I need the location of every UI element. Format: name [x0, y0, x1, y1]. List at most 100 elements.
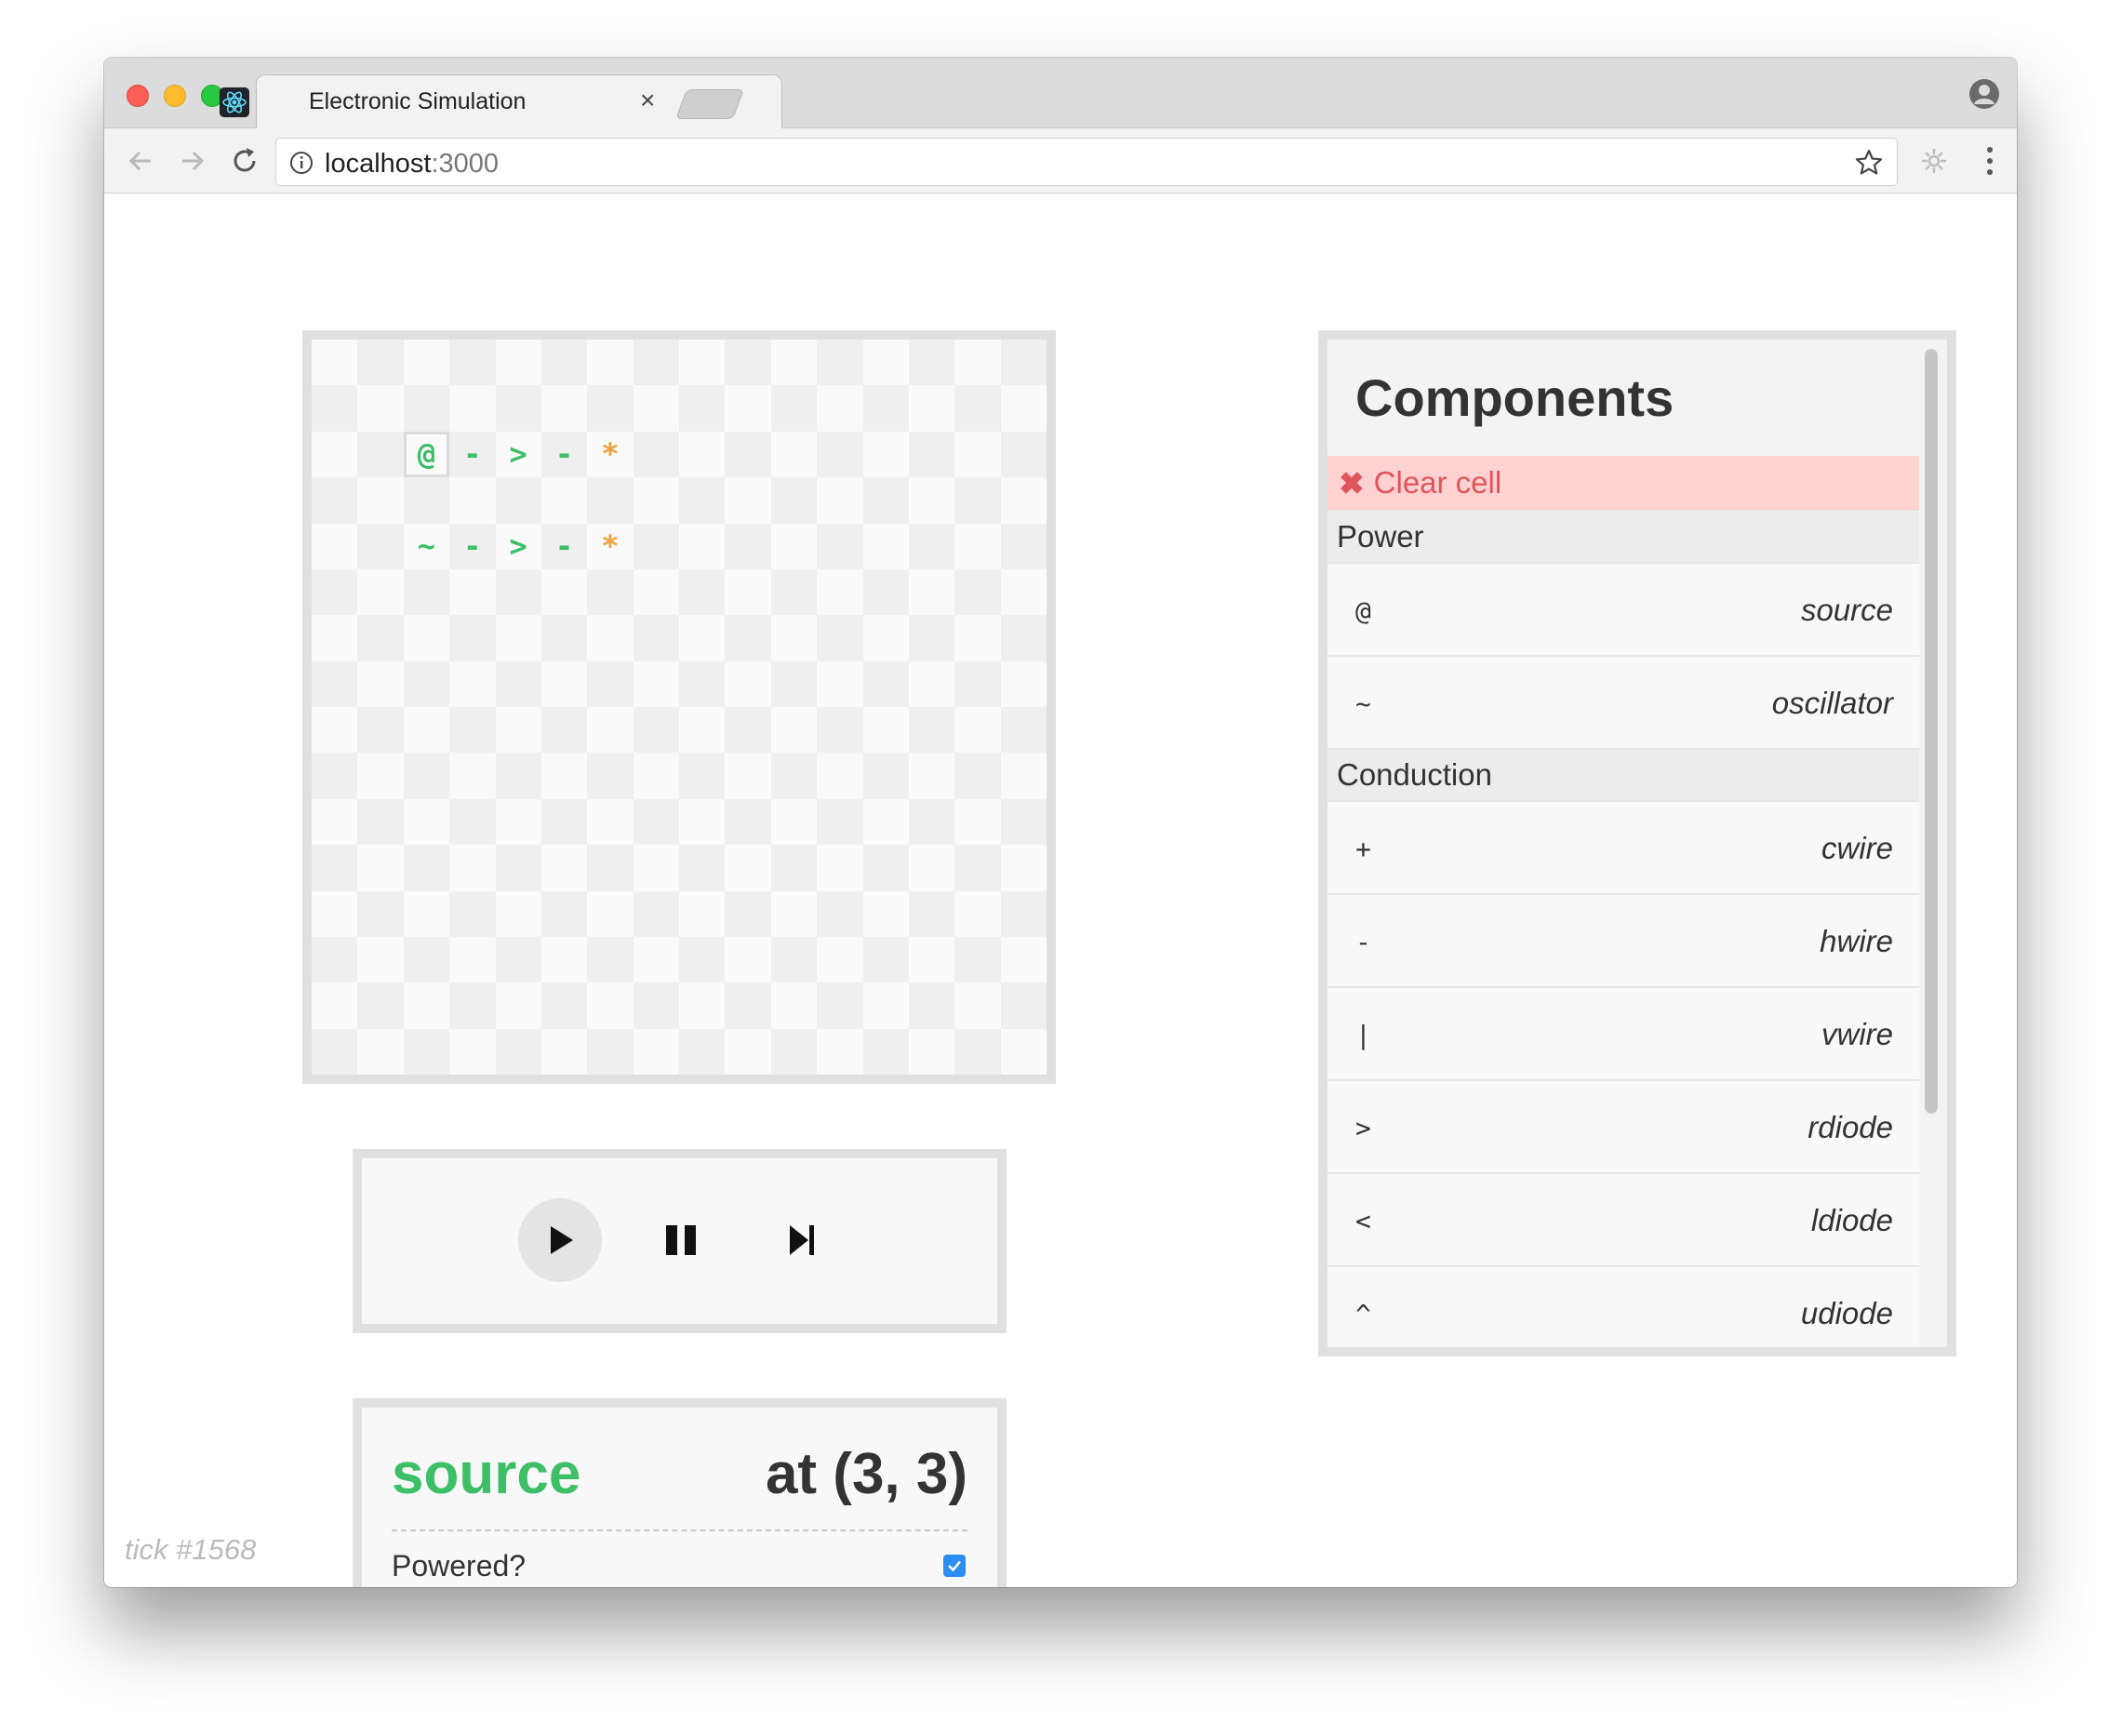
board-cell[interactable] [725, 753, 771, 799]
board-cell[interactable] [862, 845, 909, 891]
board-cell[interactable] [403, 568, 450, 616]
board-cell[interactable] [587, 845, 634, 891]
board-cell[interactable] [312, 385, 358, 432]
board-cell[interactable] [312, 845, 358, 891]
board-cell[interactable] [403, 615, 450, 661]
board-cell[interactable] [862, 936, 909, 983]
board-cell[interactable] [862, 431, 909, 478]
board-cell[interactable] [633, 385, 679, 432]
board-cell[interactable] [954, 661, 1001, 707]
component-item-udiode[interactable]: ^ udiode [1327, 1265, 1919, 1347]
board-cell[interactable] [403, 707, 450, 754]
minimize-window-button[interactable] [164, 85, 186, 107]
board-cell[interactable] [770, 798, 818, 846]
board-cell[interactable] [1000, 661, 1047, 707]
board-cell[interactable] [725, 340, 771, 386]
board-cell[interactable] [587, 707, 634, 754]
board-cell[interactable] [633, 431, 679, 478]
board-cell[interactable] [908, 661, 955, 707]
board-cell[interactable] [449, 661, 496, 707]
board-cell[interactable] [1000, 1028, 1047, 1075]
board-cell[interactable] [1000, 936, 1047, 983]
board-cell[interactable] [357, 798, 404, 846]
board-cell[interactable] [495, 568, 541, 616]
board-cell[interactable] [725, 431, 771, 478]
board-cell[interactable] [862, 340, 909, 386]
board-cell[interactable] [954, 707, 1001, 754]
board-cell[interactable] [1000, 431, 1047, 478]
board-cell[interactable] [817, 707, 863, 754]
board-cell[interactable] [954, 615, 1001, 661]
board-cell[interactable] [449, 890, 496, 937]
profile-icon[interactable] [1968, 78, 2000, 110]
board-cell[interactable] [312, 890, 358, 937]
board-cell[interactable]: > [495, 431, 541, 478]
component-item-hwire[interactable]: - hwire [1327, 893, 1919, 986]
play-button[interactable] [518, 1198, 602, 1282]
board-cell[interactable] [679, 890, 726, 937]
board-cell[interactable] [403, 982, 450, 1029]
board-cell[interactable] [908, 523, 955, 569]
board-cell[interactable] [770, 753, 818, 799]
board-cell[interactable] [449, 798, 496, 846]
board-cell[interactable] [357, 661, 404, 707]
board-cell[interactable] [495, 936, 541, 983]
board-cell[interactable] [725, 798, 771, 846]
board-cell[interactable] [770, 523, 818, 569]
board-cell[interactable] [770, 431, 818, 478]
board-cell[interactable]: - [540, 431, 588, 478]
board-cell[interactable] [540, 798, 588, 846]
board-cell[interactable] [725, 982, 771, 1029]
board-cell[interactable] [817, 385, 863, 432]
board-cell[interactable]: - [540, 523, 588, 569]
board-cell[interactable]: > [495, 523, 541, 569]
new-tab-button[interactable] [675, 89, 744, 119]
board-cell[interactable] [1000, 385, 1047, 432]
board-cell[interactable] [954, 890, 1001, 937]
board-cell[interactable] [495, 845, 541, 891]
board-cell[interactable] [817, 845, 863, 891]
board-cell[interactable] [357, 1028, 404, 1075]
board-cell[interactable] [540, 890, 588, 937]
board-cell[interactable] [725, 523, 771, 569]
extension-icon[interactable] [1918, 145, 1950, 177]
board-cell[interactable]: ~ [403, 523, 450, 569]
board-cell[interactable] [725, 568, 771, 616]
board-cell[interactable] [540, 936, 588, 983]
board-cell[interactable] [449, 385, 496, 432]
clear-cell-button[interactable]: ✖ Clear cell [1327, 456, 1919, 510]
board-cell[interactable] [540, 982, 588, 1029]
board-cell[interactable] [908, 385, 955, 432]
component-item-vwire[interactable]: | vwire [1327, 986, 1919, 1079]
board-cell[interactable] [403, 1028, 450, 1075]
board-cell[interactable] [449, 707, 496, 754]
board-cell[interactable] [862, 753, 909, 799]
board-cell[interactable] [587, 798, 634, 846]
board-cell[interactable]: - [449, 523, 496, 569]
board-cell[interactable] [770, 385, 818, 432]
board-cell[interactable] [725, 385, 771, 432]
board-cell[interactable] [770, 340, 818, 386]
board-cell[interactable] [587, 385, 634, 432]
board-cell[interactable] [403, 753, 450, 799]
board-cell[interactable] [495, 340, 541, 386]
board-cell[interactable] [954, 982, 1001, 1029]
board-cell[interactable] [862, 477, 909, 524]
board-cell[interactable] [449, 615, 496, 661]
board-cell[interactable] [587, 568, 634, 616]
board-cell[interactable] [862, 385, 909, 432]
forward-arrow-icon[interactable] [177, 145, 208, 177]
board-cell[interactable] [862, 798, 909, 846]
board-cell[interactable] [633, 615, 679, 661]
board-cell[interactable] [357, 568, 404, 616]
board-cell[interactable] [403, 340, 450, 386]
board-cell[interactable] [679, 707, 726, 754]
board-cell[interactable] [862, 661, 909, 707]
board-cell[interactable] [770, 845, 818, 891]
board-cell[interactable] [817, 798, 863, 846]
board-cell[interactable] [954, 845, 1001, 891]
board-cell[interactable] [449, 477, 496, 524]
component-item-ldiode[interactable]: < ldiode [1327, 1172, 1919, 1265]
board-cell[interactable] [817, 661, 863, 707]
board-cell[interactable] [817, 523, 863, 569]
